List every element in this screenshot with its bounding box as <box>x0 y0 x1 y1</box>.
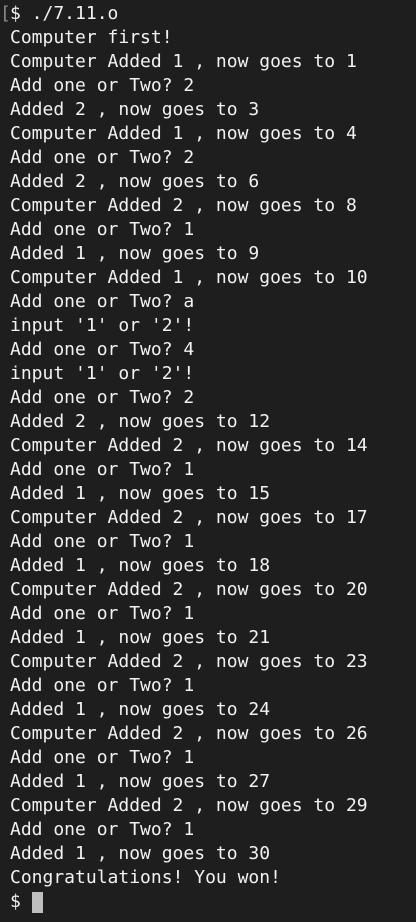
terminal-line: Computer Added 1 , now goes to 10 <box>10 267 368 288</box>
terminal-prompt-line[interactable]: $ <box>10 890 416 914</box>
terminal-line: Add one or Two? 1 <box>10 747 195 768</box>
terminal-line: Added 2 , now goes to 12 <box>10 411 271 432</box>
text-cursor <box>31 891 43 913</box>
terminal-line: Added 1 , now goes to 9 <box>10 243 260 264</box>
terminal-line: Added 2 , now goes to 6 <box>10 171 260 192</box>
prompt-symbol: $ <box>10 891 32 912</box>
terminal-line: Added 2 , now goes to 3 <box>10 99 260 120</box>
terminal-line: Added 1 , now goes to 30 <box>10 843 271 864</box>
terminal-line: Added 1 , now goes to 27 <box>10 771 271 792</box>
terminal-line: Add one or Two? 2 <box>10 147 195 168</box>
terminal-line: Add one or Two? 1 <box>10 819 195 840</box>
terminal-line: Added 1 , now goes to 21 <box>10 627 271 648</box>
terminal-line: $ ./7.11.o <box>10 3 119 24</box>
terminal-left-marker: [ <box>0 3 11 24</box>
terminal-line: Add one or Two? 2 <box>10 75 195 96</box>
terminal-line: Added 1 , now goes to 15 <box>10 483 271 504</box>
terminal-line: Computer Added 2 , now goes to 20 <box>10 579 368 600</box>
terminal-line: input '1' or '2'! <box>10 315 195 336</box>
terminal-line: Congratulations! You won! <box>10 867 281 888</box>
terminal-line: Added 1 , now goes to 18 <box>10 555 271 576</box>
terminal-line: Add one or Two? 1 <box>10 459 195 480</box>
terminal-line: Computer first! <box>10 27 173 48</box>
terminal-line: Computer Added 1 , now goes to 1 <box>10 51 357 72</box>
terminal-line: Add one or Two? 1 <box>10 675 195 696</box>
terminal-line: Add one or Two? 1 <box>10 219 195 240</box>
terminal-line: Computer Added 2 , now goes to 14 <box>10 435 368 456</box>
terminal-window[interactable]: [ $ ./7.11.o Computer first! Computer Ad… <box>0 0 416 922</box>
terminal-line: Computer Added 2 , now goes to 23 <box>10 651 368 672</box>
terminal-line: Add one or Two? 1 <box>10 603 195 624</box>
terminal-line: Computer Added 2 , now goes to 29 <box>10 795 368 816</box>
terminal-line: Add one or Two? a <box>10 291 195 312</box>
terminal-line: Computer Added 2 , now goes to 17 <box>10 507 368 528</box>
terminal-line: input '1' or '2'! <box>10 363 195 384</box>
terminal-line: Computer Added 2 , now goes to 8 <box>10 195 357 216</box>
terminal-line: Computer Added 1 , now goes to 4 <box>10 123 357 144</box>
terminal-line: Add one or Two? 4 <box>10 339 195 360</box>
terminal-line: Added 1 , now goes to 24 <box>10 699 271 720</box>
terminal-line: Computer Added 2 , now goes to 26 <box>10 723 368 744</box>
terminal-line: Add one or Two? 2 <box>10 387 195 408</box>
terminal-line: Add one or Two? 1 <box>10 531 195 552</box>
